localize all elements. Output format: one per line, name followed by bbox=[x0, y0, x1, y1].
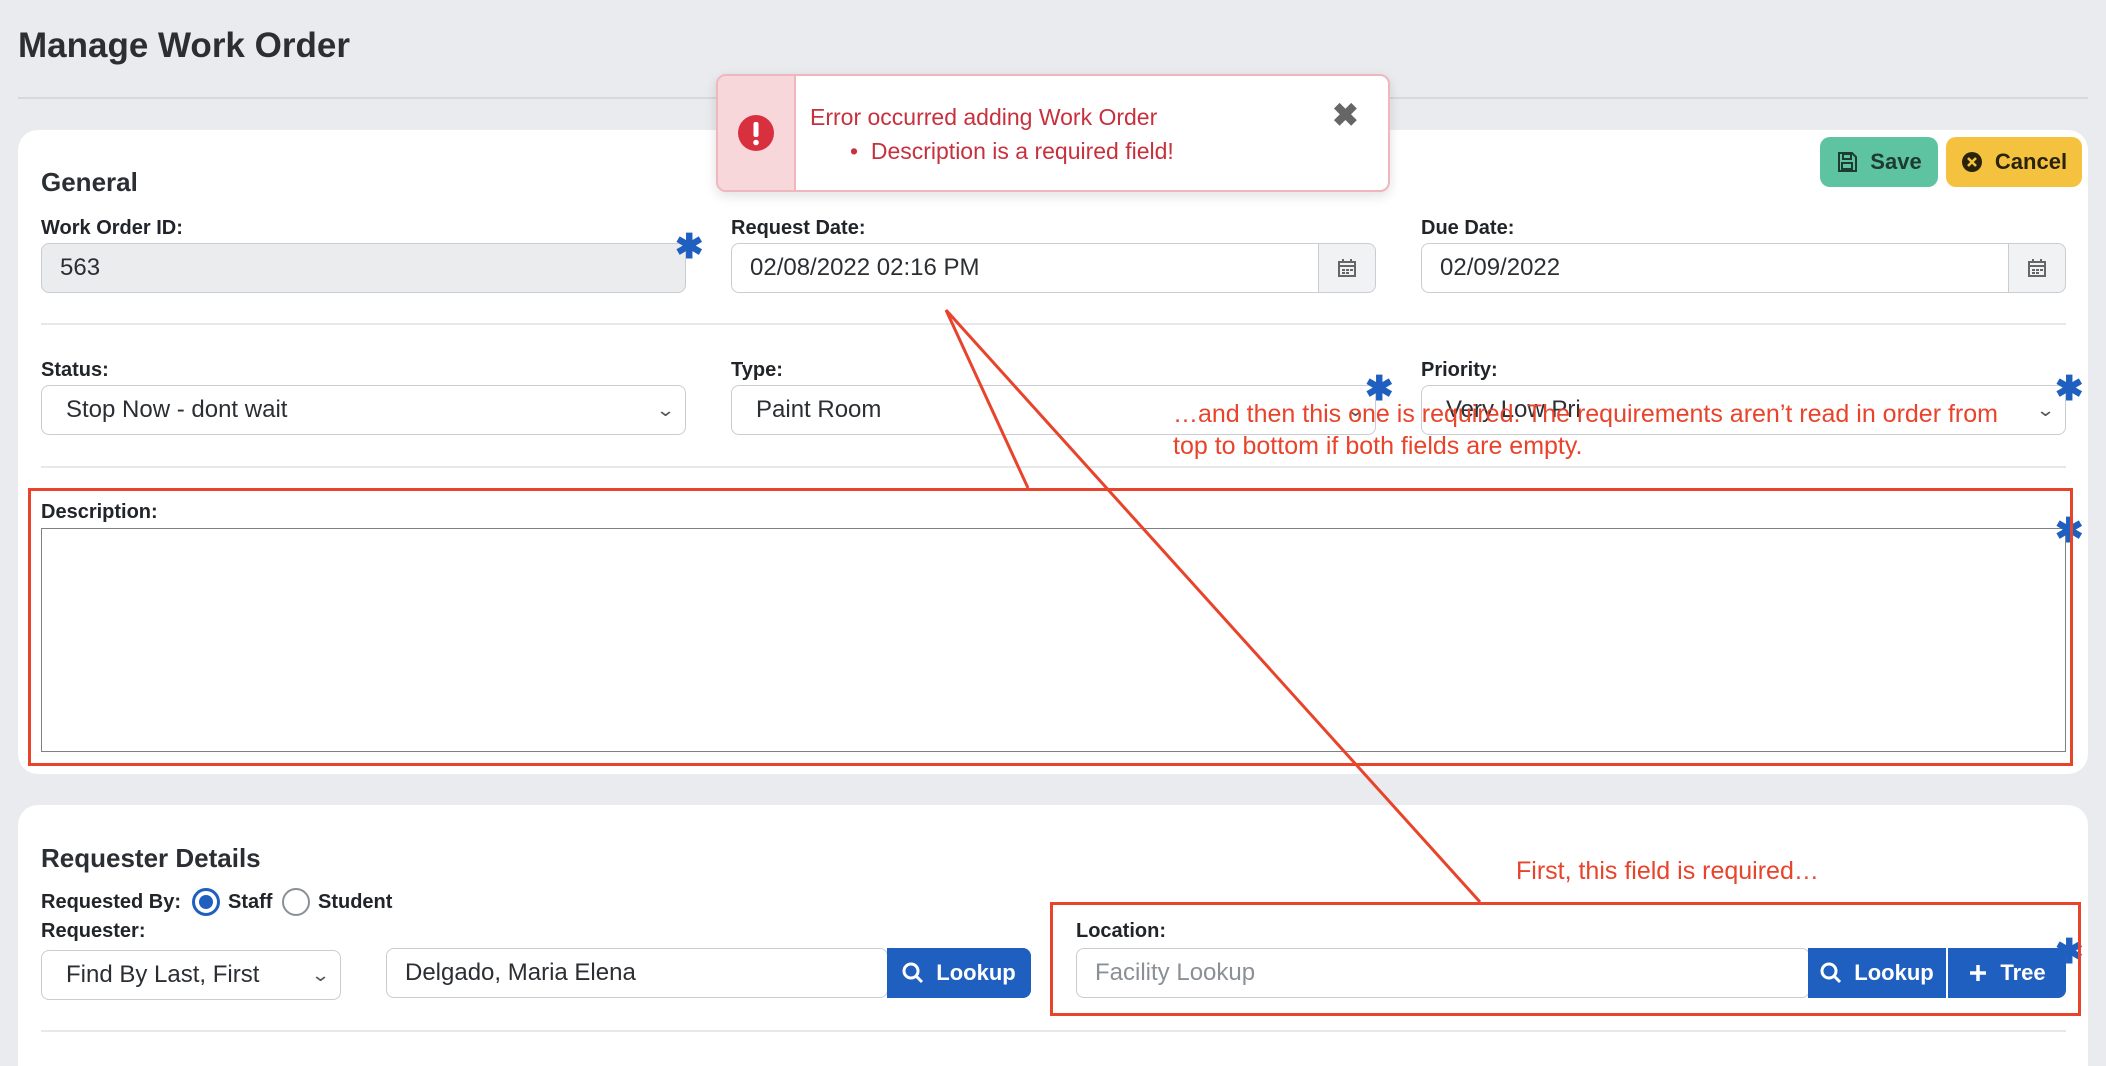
annotation-line bbox=[944, 309, 1030, 489]
annotation-note-location: First, this field is required… bbox=[1516, 857, 1819, 885]
annotation-note-description: …and then this one is required. The requ… bbox=[1173, 400, 1998, 460]
annotation-location-box bbox=[1050, 902, 2081, 1016]
annotation-description-box bbox=[28, 488, 2073, 766]
